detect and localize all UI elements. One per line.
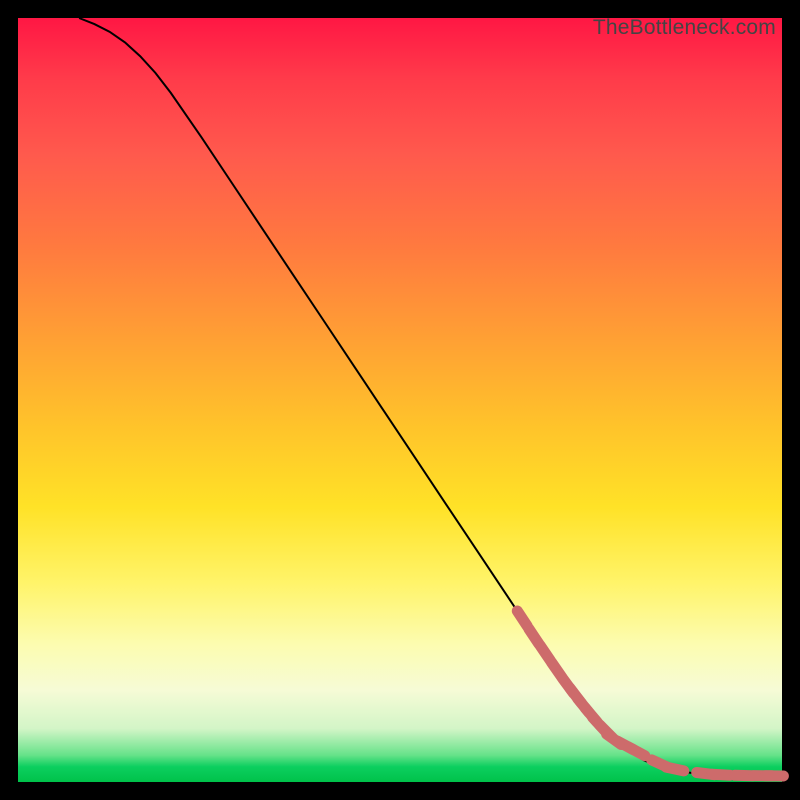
series-curve — [79, 18, 774, 776]
marker-pill — [666, 767, 684, 771]
marker-group — [517, 611, 783, 776]
marker-pill — [629, 747, 645, 756]
marker-pill — [712, 774, 730, 775]
marker-pill — [517, 611, 527, 626]
chart-frame: TheBottleneck.com — [18, 18, 782, 782]
chart-svg — [18, 18, 782, 782]
